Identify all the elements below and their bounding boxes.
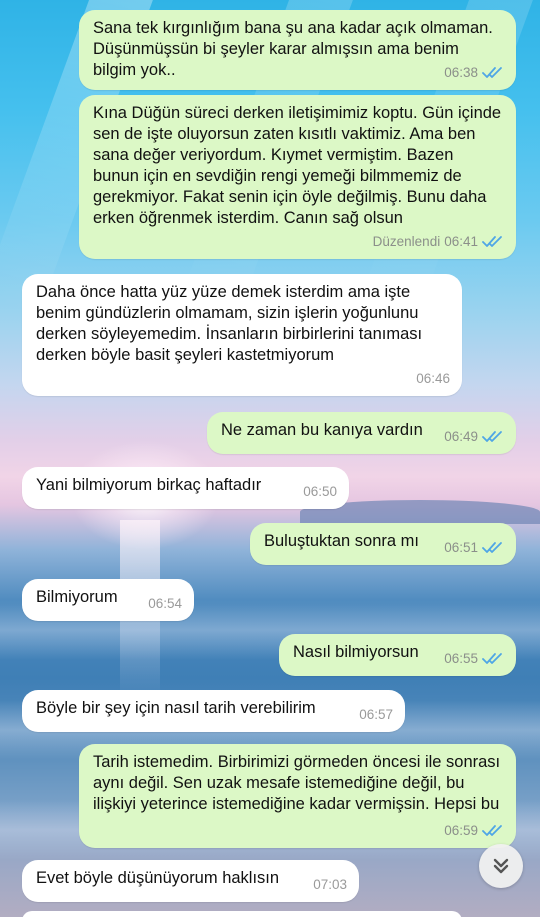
outgoing-message[interactable]: Kına Düğün süreci derken iletişimimiz ko… — [79, 95, 516, 259]
message-meta: 06:55 — [444, 648, 504, 669]
incoming-message[interactable]: Yani bilmiyorum birkaç haftadır 06:50 — [22, 467, 349, 509]
double-check-icon — [482, 541, 502, 553]
message-text: Böyle bir şey için nasıl tarih verebilir… — [36, 699, 316, 717]
message-meta: 06:38 — [444, 62, 504, 83]
message-meta: 06:46 — [416, 368, 450, 389]
outgoing-message[interactable]: Nasıl bilmiyorsun 06:55 — [279, 634, 516, 676]
message-time: 06:59 — [444, 823, 478, 838]
double-check-icon — [482, 235, 502, 247]
next-message-peek — [22, 911, 462, 921]
message-time: 07:03 — [313, 877, 347, 892]
message-time: 06:54 — [148, 596, 182, 611]
message-time: 06:46 — [416, 371, 450, 386]
message-meta: 06:59 — [444, 820, 504, 841]
message-meta: 06:51 — [444, 537, 504, 558]
outgoing-message[interactable]: Tarih istemedim. Birbirimizi görmeden ön… — [79, 744, 516, 848]
outgoing-message[interactable]: Ne zaman bu kanıya vardın 06:49 — [207, 412, 516, 454]
outgoing-message[interactable]: Sana tek kırgınlığım bana şu ana kadar a… — [79, 10, 516, 90]
message-text: Sana tek kırgınlığım bana şu ana kadar a… — [93, 19, 498, 79]
scroll-to-bottom-button[interactable] — [479, 844, 523, 888]
double-check-icon — [482, 824, 502, 836]
message-time: 06:50 — [303, 484, 337, 499]
incoming-message[interactable]: Böyle bir şey için nasıl tarih verebilir… — [22, 690, 405, 732]
message-meta: 06:54 — [148, 593, 182, 614]
incoming-message[interactable]: Evet böyle düşünüyorum haklısın 07:03 — [22, 860, 359, 902]
message-text: Kına Düğün süreci derken iletişimimiz ko… — [93, 104, 506, 227]
double-check-icon — [482, 66, 502, 78]
message-time: 06:41 — [444, 234, 478, 249]
message-text: Evet böyle düşünüyorum haklısın — [36, 869, 280, 887]
double-check-icon — [482, 652, 502, 664]
message-time: 06:49 — [444, 429, 478, 444]
message-meta: Düzenlendi 06:41 — [373, 231, 504, 252]
message-time: 06:51 — [444, 540, 478, 555]
message-meta: 06:49 — [444, 426, 504, 447]
message-time: 06:38 — [444, 65, 478, 80]
incoming-message[interactable]: Daha önce hatta yüz yüze demek isterdim … — [22, 274, 462, 396]
double-chevron-down-icon — [493, 858, 509, 874]
message-text: Yani bilmiyorum birkaç haftadır — [36, 476, 262, 494]
outgoing-message[interactable]: Buluştuktan sonra mı 06:51 — [250, 523, 516, 565]
incoming-message[interactable]: Bilmiyorum 06:54 — [22, 579, 194, 621]
edited-label: Düzenlendi — [372, 234, 441, 249]
message-meta: 06:57 — [359, 704, 393, 725]
message-text: Tarih istemedim. Birbirimizi görmeden ön… — [93, 753, 505, 813]
message-meta: 06:50 — [303, 481, 337, 502]
message-meta: 07:03 — [313, 874, 347, 895]
double-check-icon — [482, 430, 502, 442]
message-time: 06:55 — [444, 651, 478, 666]
message-text: Daha önce hatta yüz yüze demek isterdim … — [36, 283, 427, 364]
message-time: 06:57 — [359, 707, 393, 722]
